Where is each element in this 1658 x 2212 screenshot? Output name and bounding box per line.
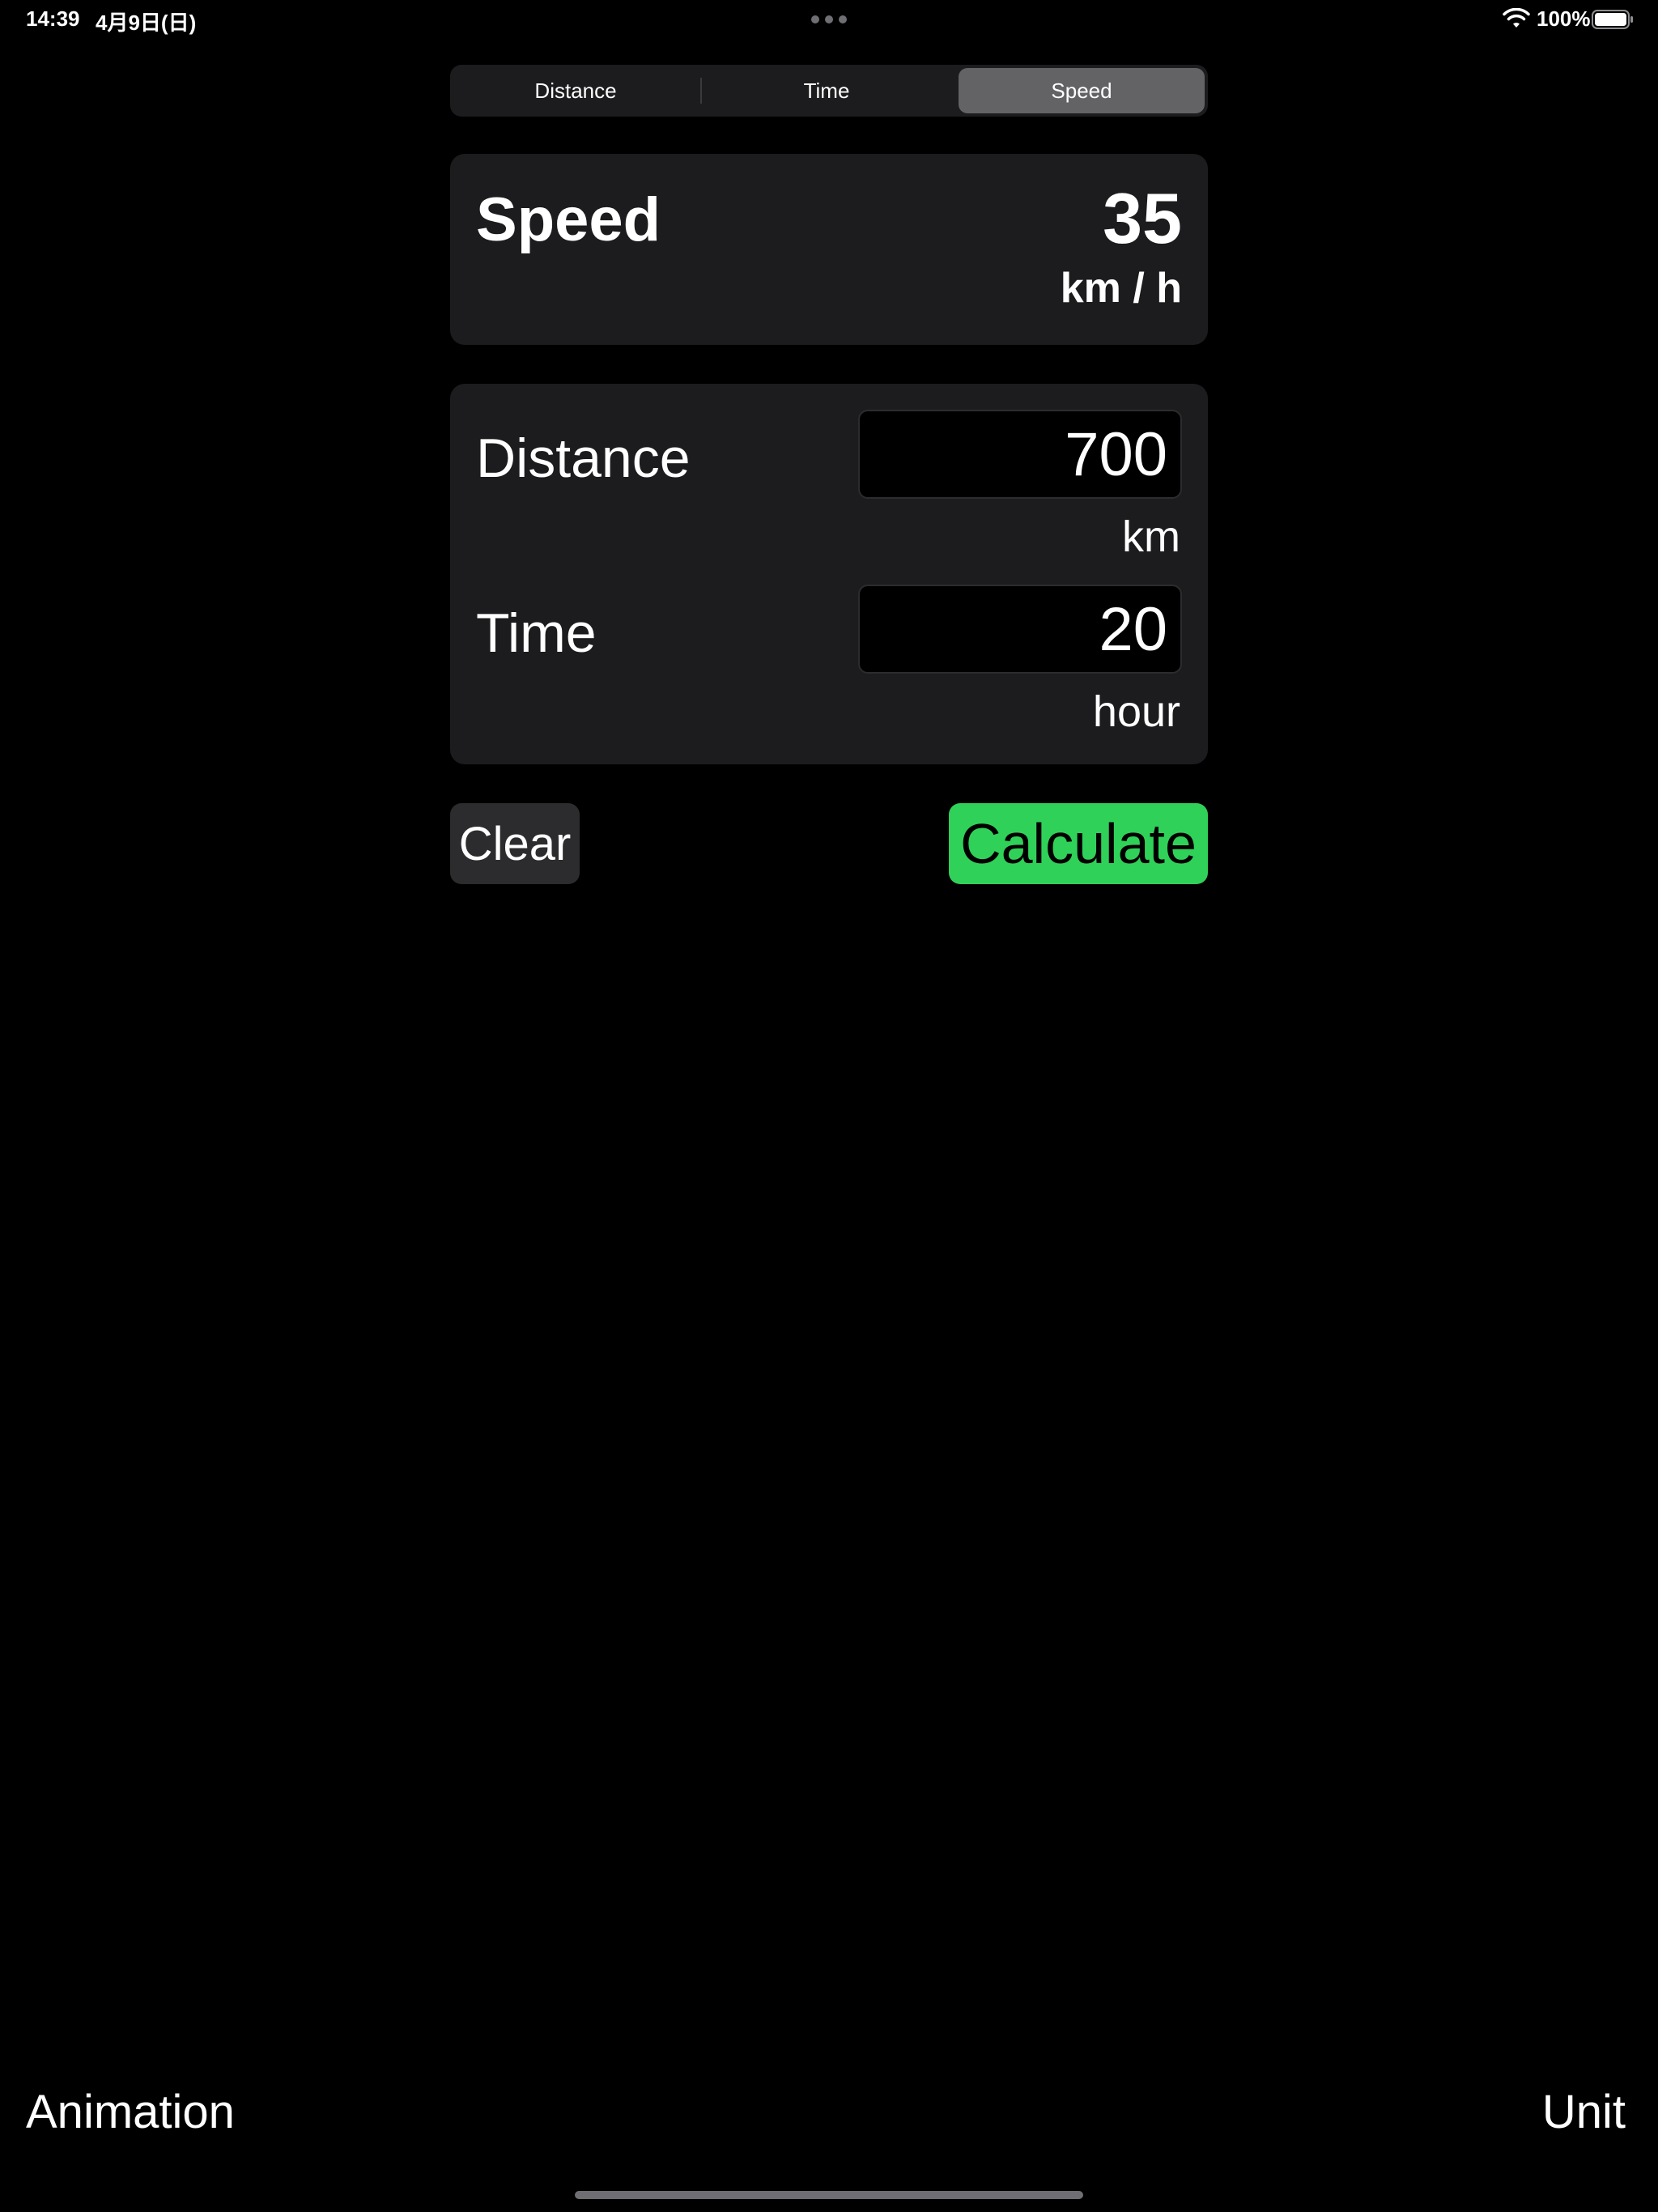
clear-button[interactable]: Clear: [450, 803, 580, 884]
result-unit: km / h: [1060, 265, 1182, 312]
multitasking-dots-icon[interactable]: [811, 15, 847, 23]
unit-button[interactable]: Unit: [1542, 2089, 1626, 2136]
battery-percentage: 100%: [1537, 6, 1591, 31]
segment-distance[interactable]: Distance: [453, 68, 698, 113]
time-label: Time: [476, 602, 597, 664]
time-unit: hour: [1092, 687, 1180, 736]
battery-icon: [1592, 10, 1633, 29]
status-time: 14:39: [26, 6, 80, 31]
distance-unit: km: [1122, 513, 1180, 561]
home-indicator[interactable]: [575, 2191, 1083, 2199]
segment-time[interactable]: Time: [704, 68, 949, 113]
status-date: 4月9日(日): [96, 11, 197, 35]
animation-button[interactable]: Animation: [26, 2089, 235, 2136]
result-value: 35: [1103, 178, 1182, 258]
distance-input[interactable]: [858, 410, 1182, 499]
distance-label: Distance: [476, 428, 691, 489]
mode-segmented-control: Distance Time Speed: [450, 65, 1208, 117]
segment-speed[interactable]: Speed: [959, 68, 1205, 113]
calculate-button[interactable]: Calculate: [949, 803, 1208, 884]
wifi-icon: [1503, 8, 1530, 28]
input-card: Distance km Time hour: [450, 384, 1208, 764]
result-label: Speed: [476, 185, 661, 254]
status-bar: 14:39 4月9日(日) 100%: [0, 0, 1658, 39]
result-card: Speed 35 km / h: [450, 154, 1208, 345]
segment-divider: [700, 78, 702, 104]
time-input[interactable]: [858, 585, 1182, 674]
